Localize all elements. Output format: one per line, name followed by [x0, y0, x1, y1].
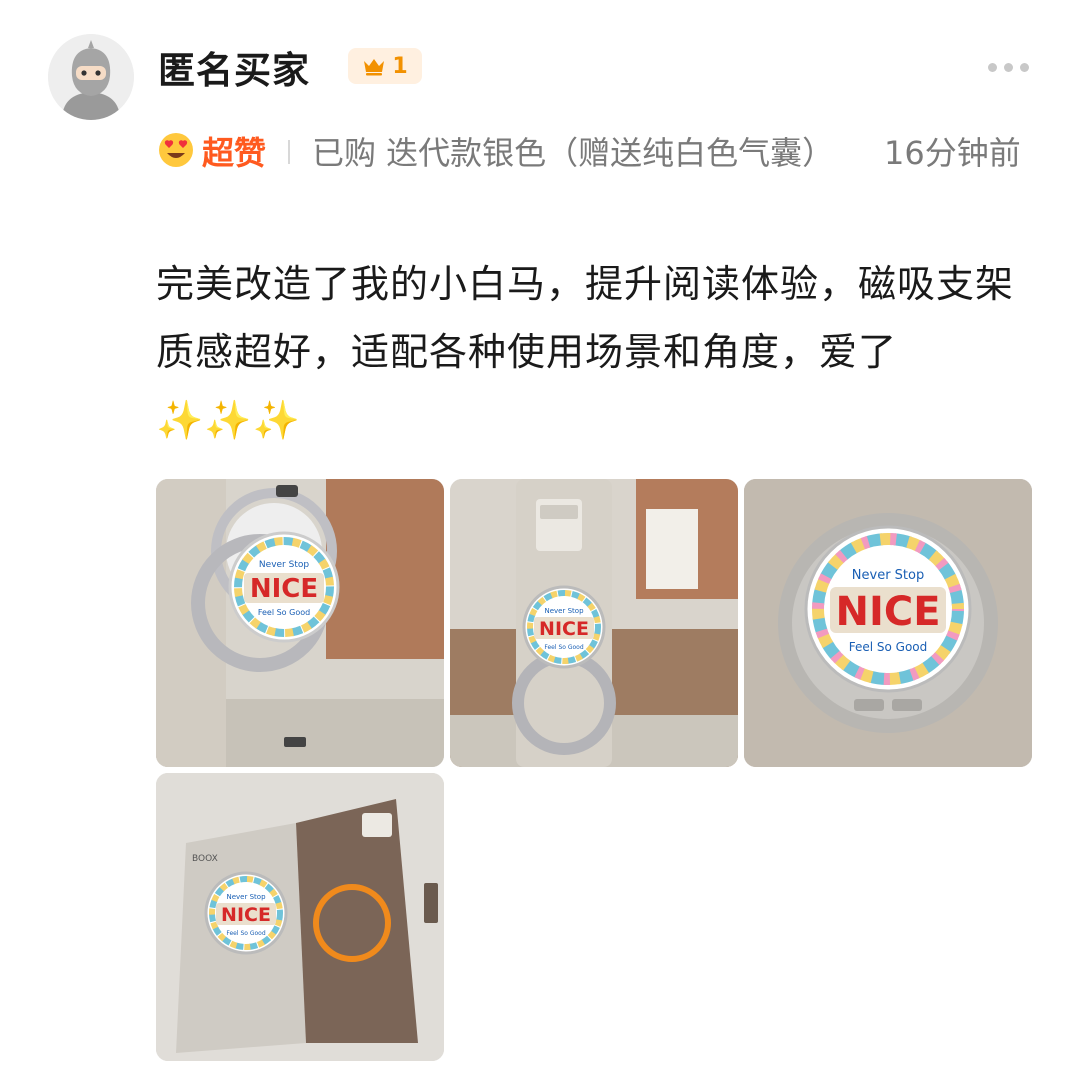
badge-top-text: Never Stop: [259, 560, 309, 570]
badge-bottom-text: Feel So Good: [226, 930, 265, 937]
meta-divider: [288, 140, 290, 164]
review-photo-3[interactable]: Never Stop NICE Feel So Good: [744, 479, 1032, 767]
more-options-button[interactable]: [988, 60, 1032, 74]
review-photo-image: Never Stop NICE Feel So Good: [156, 479, 444, 767]
nice-badge: Never Stop NICE Feel So Good: [522, 585, 606, 669]
reviewer-name: 匿名买家: [158, 49, 310, 92]
review-time: 16分钟前: [884, 134, 1021, 172]
badge-top-text: Never Stop: [852, 568, 924, 583]
badge-main-text: NICE: [539, 618, 589, 640]
rating-label: 超赞: [202, 134, 267, 172]
badge-top-text: Never Stop: [226, 893, 266, 901]
avatar[interactable]: [48, 34, 134, 120]
review-photo-1[interactable]: Never Stop NICE Feel So Good: [156, 479, 444, 767]
purchase-info: 已购 迭代款银色（赠送纯白色气囊）: [312, 134, 835, 172]
more-dot-icon: [1020, 62, 1029, 72]
badge-top-text: Never Stop: [544, 607, 584, 615]
review-meta: 超赞 已购 迭代款银色（赠送纯白色气囊） 16分钟前: [158, 124, 1058, 224]
review-photo-2[interactable]: Never Stop NICE Feel So Good: [450, 479, 738, 767]
heart-eyes-emoji-icon: [159, 133, 193, 167]
level-number: 1: [392, 53, 408, 79]
badge-main-text: NICE: [250, 574, 318, 604]
badge-main-text: NICE: [221, 904, 271, 926]
badge-bottom-text: Feel So Good: [849, 640, 928, 654]
nice-badge: Never Stop NICE Feel So Good: [204, 871, 288, 955]
nice-badge: Never Stop NICE Feel So Good: [804, 525, 972, 693]
crown-icon: [364, 59, 385, 76]
review-text: 完美改造了我的小白马，提升阅读体验，磁吸支架质感超好，适配各种使用场景和角度，爱…: [156, 262, 1015, 442]
ninja-avatar-icon: [48, 34, 134, 120]
badge-bottom-text: Feel So Good: [544, 644, 583, 651]
more-dot-icon: [1004, 62, 1013, 72]
review-photo-image: Never Stop NICE Feel So Good: [450, 479, 738, 767]
review-photo-4[interactable]: BOOX Never Stop NICE Feel So Good: [156, 773, 444, 1061]
level-badge[interactable]: 1: [348, 48, 422, 84]
badge-bottom-text: Feel So Good: [258, 608, 310, 617]
badge-main-text: NICE: [835, 589, 940, 635]
more-dot-icon: [988, 62, 997, 72]
nice-badge: Never Stop NICE Feel So Good: [228, 531, 340, 643]
boox-brand-label: BOOX: [192, 854, 218, 864]
review-photo-image: BOOX Never Stop NICE Feel So Good: [156, 773, 444, 1061]
review-photo-image: Never Stop NICE Feel So Good: [744, 479, 1032, 767]
